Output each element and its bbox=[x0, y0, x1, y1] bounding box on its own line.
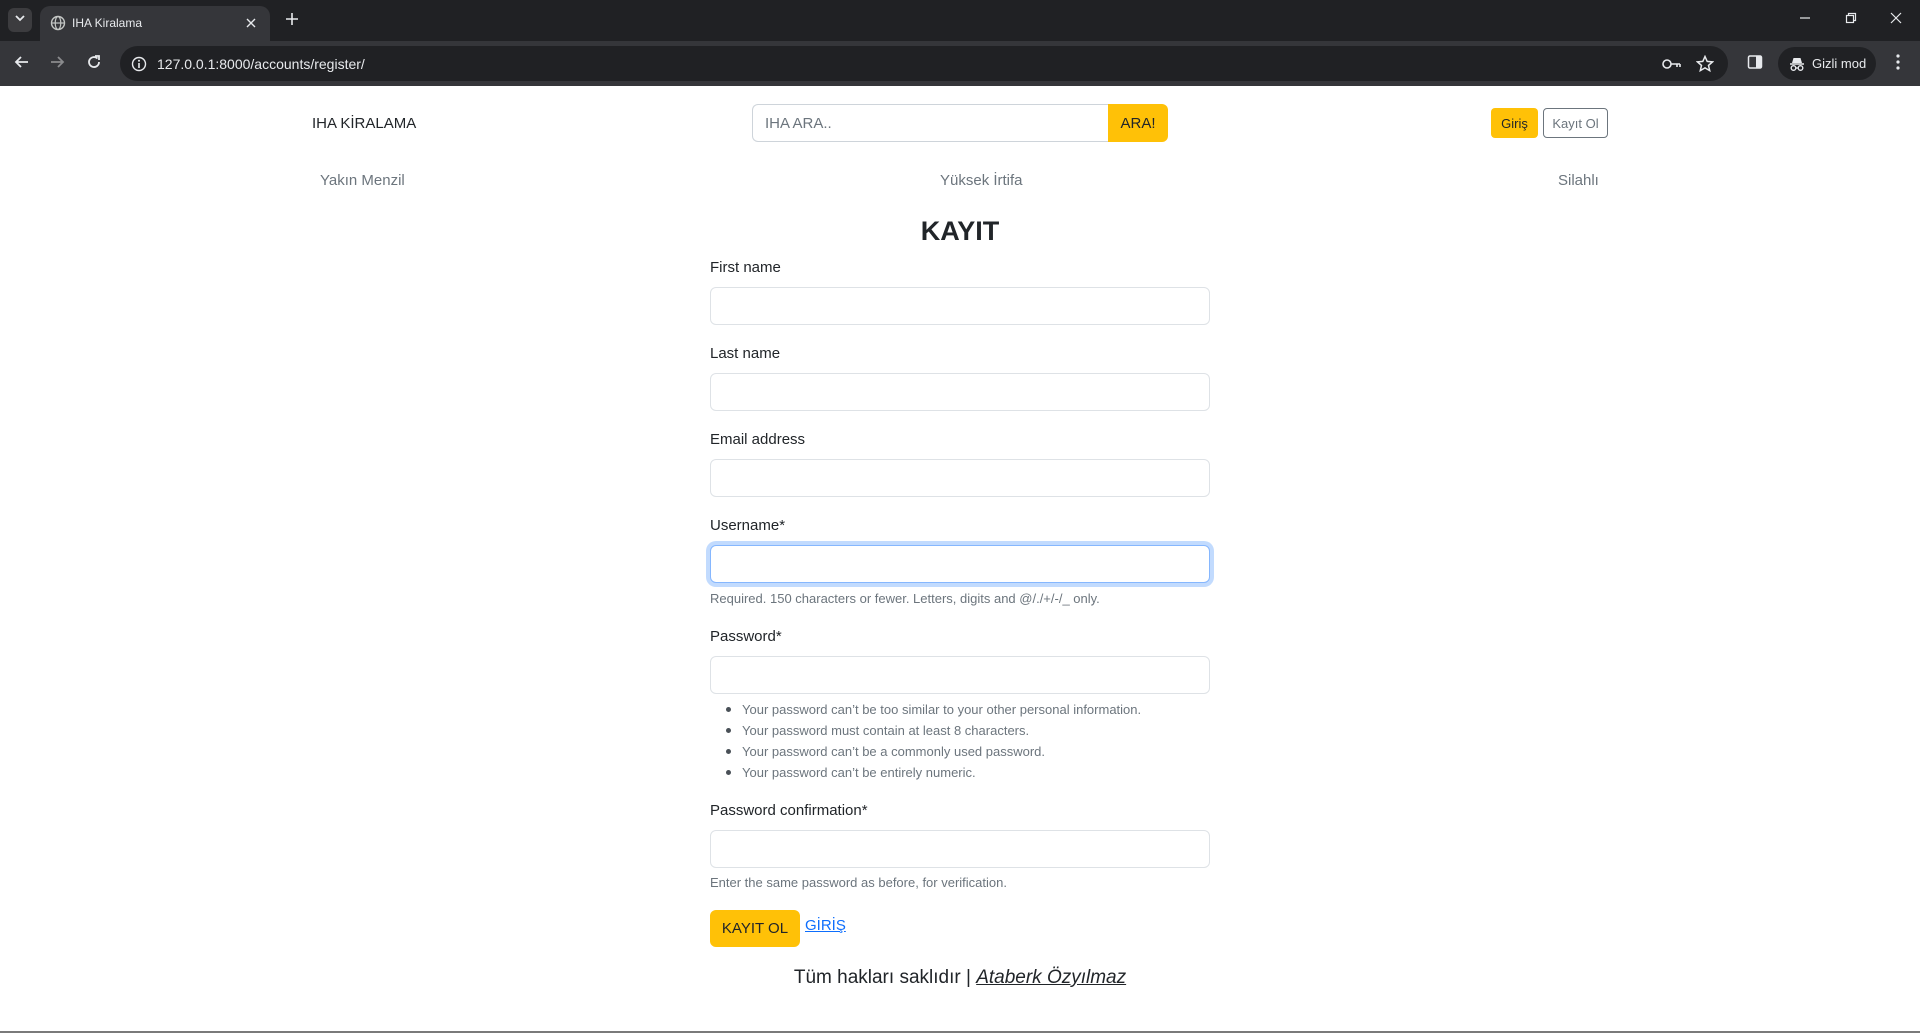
password-confirmation-field[interactable] bbox=[710, 830, 1210, 868]
page-title: KAYIT bbox=[920, 216, 1000, 246]
forward-button[interactable] bbox=[45, 52, 69, 76]
register-button[interactable]: Kayıt Ol bbox=[1543, 108, 1608, 138]
back-arrow-icon bbox=[14, 54, 30, 75]
login-button[interactable]: Giriş bbox=[1491, 108, 1538, 138]
password-field[interactable] bbox=[710, 656, 1210, 694]
minimize-button[interactable] bbox=[1793, 8, 1817, 32]
email-label: Email address bbox=[710, 431, 806, 448]
search-input[interactable] bbox=[752, 104, 1108, 142]
search-form: ARA! bbox=[752, 104, 1168, 142]
password-rule: Your password can’t be a commonly used p… bbox=[710, 741, 1210, 762]
close-icon bbox=[1890, 11, 1902, 29]
info-icon[interactable] bbox=[130, 55, 148, 73]
url-text: 127.0.0.1:8000/accounts/register/ bbox=[157, 56, 365, 72]
password-rule: Your password must contain at least 8 ch… bbox=[710, 720, 1210, 741]
close-window-button[interactable] bbox=[1884, 8, 1908, 32]
globe-icon bbox=[50, 15, 66, 31]
last-name-label: Last name bbox=[710, 345, 781, 362]
tab-strip: IHA Kiralama bbox=[0, 0, 1920, 41]
restore-icon bbox=[1845, 11, 1857, 29]
username-help-text: Required. 150 characters or fewer. Lette… bbox=[710, 591, 1100, 606]
incognito-label: Gizli mod bbox=[1812, 56, 1867, 71]
browser-toolbar: 127.0.0.1:8000/accounts/register/ Gizli … bbox=[0, 41, 1920, 86]
login-link[interactable]: GİRİŞ bbox=[805, 917, 846, 934]
tab-search-icon bbox=[14, 11, 26, 29]
tab-title: IHA Kiralama bbox=[72, 16, 143, 30]
first-name-field[interactable] bbox=[710, 287, 1210, 325]
last-name-field[interactable] bbox=[710, 373, 1210, 411]
category-link-yuksek-irtifa[interactable]: Yüksek İrtifa bbox=[940, 172, 1023, 189]
address-bar[interactable]: 127.0.0.1:8000/accounts/register/ bbox=[120, 46, 1728, 81]
username-label: Username* bbox=[710, 517, 786, 534]
reload-button[interactable] bbox=[82, 52, 106, 76]
new-tab-button[interactable] bbox=[280, 9, 304, 33]
password-rule: Your password can’t be too similar to yo… bbox=[710, 699, 1210, 720]
email-field[interactable] bbox=[710, 459, 1210, 497]
forward-arrow-icon bbox=[49, 54, 65, 75]
key-icon[interactable] bbox=[1662, 54, 1682, 74]
category-link-yakin-menzil[interactable]: Yakın Menzil bbox=[320, 172, 405, 189]
plus-icon bbox=[285, 12, 299, 31]
username-field[interactable] bbox=[710, 545, 1210, 583]
password-rules-list: Your password can’t be too similar to yo… bbox=[710, 699, 1210, 783]
footer-author-link[interactable]: Ataberk Özyılmaz bbox=[976, 967, 1126, 988]
category-link-silahli[interactable]: Silahlı bbox=[1558, 172, 1599, 189]
tab-search-button[interactable] bbox=[8, 8, 32, 32]
side-panel-icon bbox=[1747, 54, 1763, 75]
browser-menu-button[interactable] bbox=[1886, 52, 1910, 76]
restore-button[interactable] bbox=[1839, 8, 1863, 32]
browser-tab[interactable]: IHA Kiralama bbox=[40, 6, 270, 41]
incognito-indicator[interactable]: Gizli mod bbox=[1778, 47, 1876, 80]
site-brand[interactable]: IHA KİRALAMA bbox=[312, 115, 416, 132]
side-panel-button[interactable] bbox=[1743, 52, 1767, 76]
first-name-label: First name bbox=[710, 259, 781, 276]
submit-register-button[interactable]: KAYIT OL bbox=[710, 910, 800, 947]
footer-text: Tüm hakları saklıdır | bbox=[793, 967, 977, 988]
back-button[interactable] bbox=[10, 52, 34, 76]
footer: Tüm hakları saklıdır | Ataberk Özyılmaz bbox=[0, 967, 1920, 989]
reload-icon bbox=[86, 54, 102, 75]
password-confirmation-help-text: Enter the same password as before, for v… bbox=[710, 875, 1007, 890]
incognito-icon bbox=[1788, 55, 1806, 73]
minimize-icon bbox=[1799, 11, 1811, 29]
password-label: Password* bbox=[710, 628, 782, 645]
password-confirmation-label: Password confirmation* bbox=[710, 802, 868, 819]
close-icon[interactable] bbox=[242, 14, 260, 32]
search-button[interactable]: ARA! bbox=[1108, 104, 1168, 142]
kebab-menu-icon bbox=[1896, 53, 1900, 75]
star-icon[interactable] bbox=[1695, 54, 1715, 74]
password-rule: Your password can’t be entirely numeric. bbox=[710, 762, 1210, 783]
